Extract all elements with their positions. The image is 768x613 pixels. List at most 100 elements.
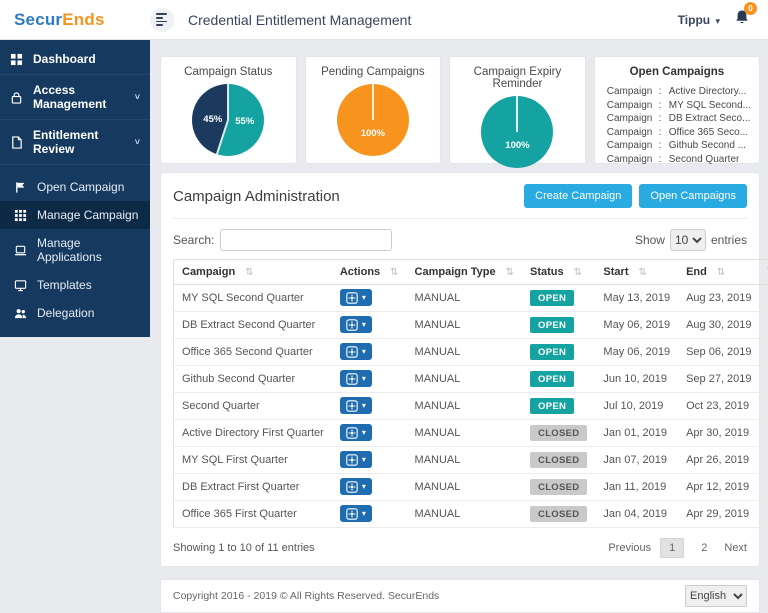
status-badge: OPEN (530, 290, 574, 306)
open-campaign-item: Campaign:Active Directory... (607, 85, 751, 99)
logo-text-ends: Ends (62, 10, 104, 29)
sort-icon[interactable]: ⇅ (717, 267, 725, 278)
chevron-down-icon: ▾ (362, 320, 366, 329)
status-badge: CLOSED (530, 479, 587, 495)
sort-icon[interactable]: ⇅ (638, 267, 646, 278)
column-header-actions: Actions (340, 266, 380, 278)
securends-logo: SecurEnds (14, 10, 150, 30)
campaign-name: Active Directory... (669, 85, 747, 99)
open-campaign-item: Campaign:Office 365 Seco... (607, 126, 751, 140)
sidebar-item-open-campaign[interactable]: Open Campaign (0, 173, 150, 201)
column-header-campaign: Campaign (182, 266, 235, 278)
page-size-select[interactable]: 10 (670, 229, 706, 251)
sidebar-item-dashboard[interactable]: Dashboard (0, 44, 150, 75)
actions-dropdown-button[interactable]: ▾ (340, 289, 372, 306)
actions-dropdown-button[interactable]: ▾ (340, 397, 372, 414)
gear-icon (346, 373, 358, 385)
notification-badge: 0 (744, 2, 757, 15)
campaign-type-cell: MANUAL (407, 501, 522, 528)
pending-campaigns-pie-chart: 100% (337, 84, 409, 156)
column-header-status: Status (530, 266, 564, 278)
campaign-name: Office 365 Seco... (669, 126, 748, 140)
create-campaign-button[interactable]: Create Campaign (524, 184, 632, 208)
card-title: Pending Campaigns (314, 66, 433, 78)
chevron-down-icon: ˅ (135, 92, 140, 102)
chevron-down-icon: ▾ (362, 347, 366, 356)
campaign-label: Campaign (607, 85, 659, 99)
open-campaigns-button[interactable]: Open Campaigns (639, 184, 747, 208)
laptop-icon (14, 244, 27, 257)
monitor-icon (14, 279, 27, 292)
pagination-page-1[interactable]: 1 (660, 538, 684, 558)
campaign-type-cell: MANUAL (407, 420, 522, 447)
actions-dropdown-button[interactable]: ▾ (340, 478, 372, 495)
search-label: Search: (173, 233, 214, 247)
actions-dropdown-button[interactable]: ▾ (340, 316, 372, 333)
end-date-cell: Sep 06, 2019 (678, 339, 759, 366)
campaign-cell: Active Directory First Quarter (174, 420, 332, 447)
sort-icon[interactable]: ⇅ (390, 267, 398, 278)
sidebar-item-templates[interactable]: Templates (0, 271, 150, 299)
table-summary: Showing 1 to 10 of 11 entries (173, 542, 315, 554)
start-date-cell: Jan 11, 2019 (595, 474, 678, 501)
status-badge: CLOSED (530, 452, 587, 468)
actions-dropdown-button[interactable]: ▾ (340, 505, 372, 522)
sort-icon[interactable]: ⇅ (574, 267, 582, 278)
sidebar-item-delegation[interactable]: Delegation (0, 299, 150, 327)
chevron-down-icon: ▾ (715, 16, 720, 26)
end-date-cell: Apr 12, 2019 (678, 474, 759, 501)
actions-dropdown-button[interactable]: ▾ (340, 451, 372, 468)
campaign-type-cell: MANUAL (407, 312, 522, 339)
campaign-name: Github Second ... (669, 139, 746, 153)
sort-icon[interactable]: ⇅ (245, 267, 253, 278)
gear-icon (346, 292, 358, 304)
gear-icon (346, 400, 358, 412)
actions-dropdown-button[interactable]: ▾ (340, 343, 372, 360)
column-header-start: Start (603, 266, 628, 278)
search-input[interactable] (220, 229, 392, 251)
user-dropdown[interactable]: Tippu ▾ (678, 13, 720, 27)
pagination-page-2[interactable]: 2 (693, 539, 715, 557)
sort-icon[interactable]: ⇅ (506, 267, 514, 278)
campaign-status-pie-chart: 45% 55% (192, 84, 264, 156)
entries-label: entries (711, 233, 747, 247)
flag-icon (14, 181, 27, 194)
campaign-label: Campaign (607, 126, 659, 140)
sidebar-toggle-icon[interactable] (150, 8, 174, 32)
status-badge: OPEN (530, 398, 574, 414)
sidebar-item-access-management[interactable]: Access Management ˅ (0, 75, 150, 120)
chevron-down-icon: ˅ (135, 137, 140, 147)
chevron-down-icon: ▾ (362, 293, 366, 302)
campaign-type-cell: MANUAL (407, 366, 522, 393)
table-row: Office 365 Second Quarter▾MANUALOPENMay … (174, 339, 768, 366)
table-row: MY SQL First Quarter▾MANUALCLOSEDJan 07,… (174, 447, 768, 474)
end-date-cell: Apr 29, 2019 (678, 501, 759, 528)
end-date-cell: Sep 27, 2019 (678, 366, 759, 393)
gear-icon (346, 346, 358, 358)
column-header-end: End (686, 266, 707, 278)
actions-dropdown-button[interactable]: ▾ (340, 424, 372, 441)
pagination-previous[interactable]: Previous (608, 542, 651, 554)
status-badge: CLOSED (530, 425, 587, 441)
notifications-button[interactable]: 0 (734, 9, 750, 31)
pagination-next[interactable]: Next (724, 542, 747, 554)
sidebar-item-entitlement-review[interactable]: Entitlement Review ˅ (0, 120, 150, 165)
campaign-expiry-pie-chart: 100% (481, 96, 553, 168)
chevron-down-icon: ▾ (362, 482, 366, 491)
campaign-type-cell: MANUAL (407, 393, 522, 420)
campaign-label: Campaign (607, 99, 659, 113)
actions-dropdown-button[interactable]: ▾ (340, 370, 372, 387)
chevron-down-icon: ▾ (362, 401, 366, 410)
end-date-cell: Aug 23, 2019 (678, 285, 759, 312)
main-content: Campaign Status 45% 55% Pending Campaign… (150, 40, 768, 604)
status-badge: CLOSED (530, 506, 587, 522)
card-open-campaigns: Open Campaigns Campaign:Active Directory… (594, 56, 760, 164)
chevron-down-icon: ▾ (362, 509, 366, 518)
start-date-cell: May 13, 2019 (595, 285, 678, 312)
lock-icon (10, 91, 23, 104)
chevron-down-icon: ▾ (362, 455, 366, 464)
sidebar-item-manage-campaign[interactable]: Manage Campaign (0, 201, 150, 229)
campaign-type-cell: MANUAL (407, 474, 522, 501)
copyright-text: Copyright 2016 - 2019 © All Rights Reser… (173, 590, 439, 602)
sidebar-item-manage-applications[interactable]: Manage Applications (0, 229, 150, 271)
